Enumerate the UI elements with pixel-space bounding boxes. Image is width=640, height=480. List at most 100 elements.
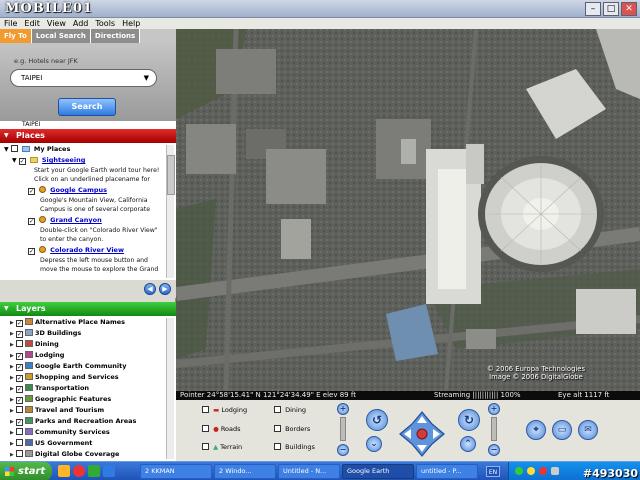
checkbox-checked-icon[interactable]: ✓ [28,188,35,195]
toggle-terrain[interactable]: ▲ Terrain [202,443,242,451]
place-link[interactable]: Colorado River View [50,246,124,254]
print-icon[interactable]: ▭ [552,420,572,440]
toggle-lodging[interactable]: ▬ Lodging [202,406,247,414]
tilt-down-icon[interactable]: ⌄ [366,436,382,452]
checkbox-icon[interactable] [202,406,209,413]
checkbox-icon[interactable] [16,428,23,435]
folder-icon[interactable] [58,465,70,477]
minimize-icon[interactable]: – [585,2,601,16]
layer-item[interactable]: ▶ Dining [10,340,59,348]
menu-help[interactable]: Help [122,18,140,29]
taskbar-item-paint[interactable]: untitled - P... [416,464,478,479]
layer-item[interactable]: ▶ Community Services [10,428,110,436]
taskbar-item-kkman[interactable]: 2 KKMAN [140,464,212,479]
zoom-in-icon[interactable]: + [337,403,349,415]
taskbar-item-google-earth[interactable]: Google Earth [342,464,414,479]
tab-fly-to[interactable]: Fly To [0,29,32,43]
checkbox-icon[interactable] [202,425,209,432]
layer-item[interactable]: ▶ ✓ Google Earth Community [10,362,126,371]
layer-item[interactable]: ▶ ✓ Geographic Features [10,395,111,404]
checkbox-icon[interactable] [274,443,281,450]
menu-file[interactable]: File [4,18,17,29]
toggle-roads[interactable]: ● Roads [202,425,241,433]
layer-item[interactable]: ▶ ✓ Transportation [10,384,89,393]
close-icon[interactable]: ✕ [621,2,637,16]
checkbox-icon[interactable] [10,145,18,152]
place-link[interactable]: Google Campus [50,186,107,194]
place-google-campus[interactable]: ✓ Google Campus [28,186,107,195]
layer-item[interactable]: ▶ ✓ 3D Buildings [10,329,81,338]
tilt-plus-icon[interactable]: + [488,403,500,415]
layer-item[interactable]: ▶ Digital Globe Coverage [10,450,119,458]
checkbox-checked-icon[interactable]: ✓ [16,320,23,327]
language-indicator[interactable]: EN [486,466,500,477]
checkbox-checked-icon[interactable]: ✓ [16,386,23,393]
rotate-left-icon[interactable]: ↺ [366,409,388,431]
app-icon[interactable] [88,465,100,477]
email-icon[interactable]: ✉ [578,420,598,440]
checkbox-checked-icon[interactable]: ✓ [28,218,35,225]
security-icon[interactable] [539,467,547,475]
fly-to-input[interactable]: TAIPEI ▼ [10,69,157,87]
menu-edit[interactable]: Edit [24,18,40,29]
sightseeing-link[interactable]: Sightseeing [42,156,86,164]
checkbox-checked-icon[interactable]: ✓ [16,364,23,371]
layer-item[interactable]: ▶ US Government [10,439,92,447]
layers-header[interactable]: Layers [0,302,176,316]
place-grand-canyon[interactable]: ✓ Grand Canyon [28,216,102,225]
search-result-row[interactable]: TAIPEI [0,121,176,129]
collapse-toggle-icon[interactable]: ▼ [12,157,17,164]
checkbox-checked-icon[interactable]: ✓ [16,353,23,360]
browser-icon[interactable] [73,465,85,477]
scroll-thumb[interactable] [167,155,175,195]
checkbox-icon[interactable] [202,443,209,450]
collapse-toggle-icon[interactable]: ▼ [4,146,9,153]
checkbox-icon[interactable] [16,439,23,446]
maximize-icon[interactable]: □ [603,2,619,16]
checkbox-checked-icon[interactable]: ✓ [16,331,23,338]
chevron-right-icon[interactable]: ▶ [159,283,171,295]
tilt-up-icon[interactable]: ⌃ [460,436,476,452]
chevron-down-icon[interactable]: ▼ [144,70,149,87]
zoom-out-icon[interactable]: − [337,444,349,456]
layer-item[interactable]: ▶ Travel and Tourism [10,406,104,414]
layer-item[interactable]: ▶ ✓ Shopping and Services [10,373,119,382]
layers-scrollbar[interactable] [166,318,174,459]
places-scrollbar[interactable] [166,145,175,278]
rotate-right-icon[interactable]: ↻ [458,409,480,431]
tray-app-icon[interactable] [551,467,559,475]
places-sightseeing[interactable]: ▼ ✓ Sightseeing [12,156,85,165]
map-view[interactable]: © 2006 Europa Technologies Image © 2006 … [176,29,640,391]
checkbox-icon[interactable] [16,340,23,347]
toggle-dining[interactable]: Dining [274,406,306,414]
checkbox-checked-icon[interactable]: ✓ [16,375,23,382]
toggle-buildings[interactable]: Buildings [274,443,315,451]
start-button[interactable]: start [0,462,52,480]
checkbox-checked-icon[interactable]: ✓ [18,158,26,165]
tab-local-search[interactable]: Local Search [31,29,91,43]
pan-control[interactable] [398,410,446,458]
tab-directions[interactable]: Directions [90,29,141,43]
desktop-icon[interactable] [103,465,115,477]
menu-view[interactable]: View [47,18,66,29]
places-my-places[interactable]: ▼ My Places [4,145,70,153]
places-header[interactable]: Places [0,129,176,143]
checkbox-icon[interactable] [274,425,281,432]
layer-item[interactable]: ▶ ✓ Parks and Recreation Areas [10,417,136,426]
chevron-left-icon[interactable]: ◀ [144,283,156,295]
layer-item[interactable]: ▶ ✓ Lodging [10,351,64,360]
checkbox-checked-icon[interactable]: ✓ [28,248,35,255]
tilt-slider[interactable] [491,417,497,441]
taskbar-item-windows[interactable]: 2 Windo... [214,464,276,479]
network-icon[interactable] [515,467,523,475]
place-link[interactable]: Grand Canyon [50,216,102,224]
checkbox-icon[interactable] [16,406,23,413]
taskbar-item-notepad[interactable]: Untitled - N... [278,464,340,479]
checkbox-checked-icon[interactable]: ✓ [16,397,23,404]
zoom-slider[interactable] [340,417,346,441]
menu-add[interactable]: Add [73,18,89,29]
place-colorado-river-view[interactable]: ✓ Colorado River View [28,246,124,255]
search-button[interactable]: Search [58,98,116,116]
toggle-borders[interactable]: Borders [274,425,310,433]
placemark-tool-icon[interactable]: ⌖ [526,420,546,440]
